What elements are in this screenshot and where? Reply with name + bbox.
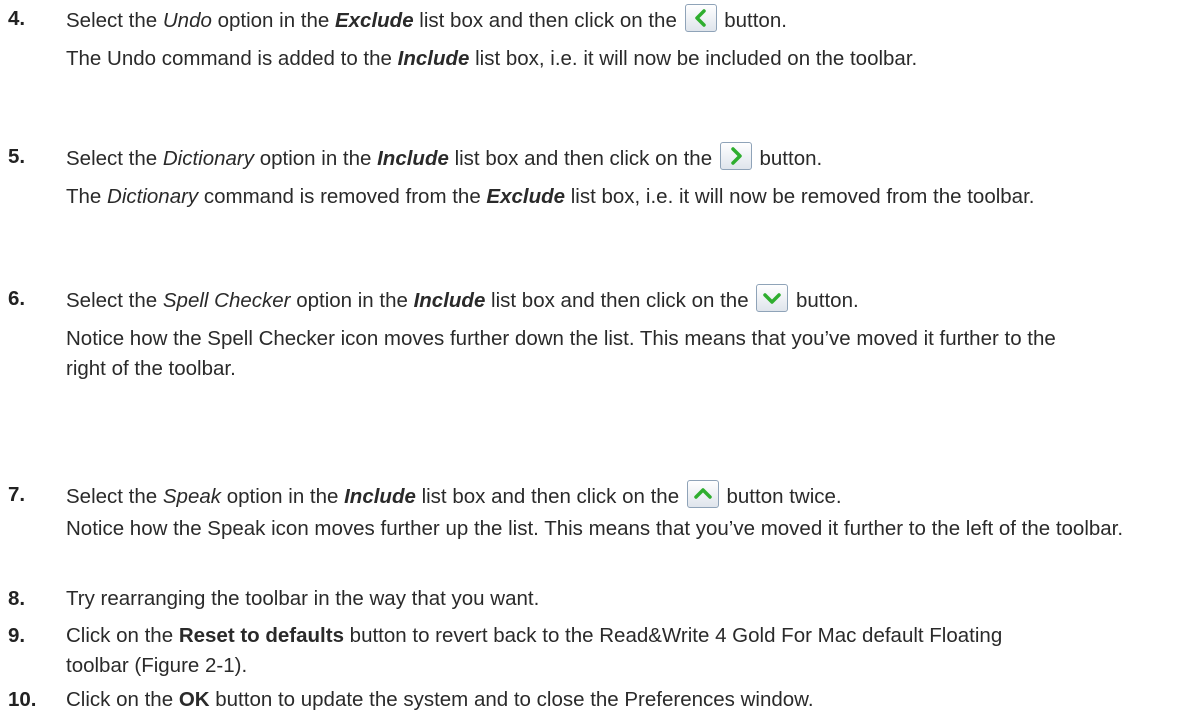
step-text: Try rearranging the toolbar in the way t…: [66, 587, 540, 610]
step-result: Notice how the Spell Checker icon moves …: [66, 327, 1056, 380]
step-text: Select the Speak option in the Include l…: [66, 480, 1186, 544]
arrow-left-icon: [684, 4, 717, 32]
step-instruction: Select the Dictionary option in the Incl…: [66, 142, 1186, 174]
arrow-up-icon: [686, 480, 719, 508]
step-text: Select the Spell Checker option in the I…: [66, 284, 1151, 384]
step-text: Click on the OK button to update the sys…: [66, 688, 814, 711]
step-instruction: Select the Undo option in the Exclude li…: [66, 4, 1186, 36]
step-result: The Dictionary command is removed from t…: [66, 185, 1035, 208]
step-result: Notice how the Speak icon moves further …: [66, 517, 1124, 540]
step-number: 6.: [8, 287, 26, 310]
step-instruction: Select the Spell Checker option in the I…: [66, 284, 1151, 316]
step-number: 4.: [8, 7, 26, 30]
step-number: 8.: [8, 587, 26, 610]
step-text: Select the Undo option in the Exclude li…: [66, 4, 1186, 74]
step-text: Click on the Reset to defaults button to…: [66, 624, 1003, 677]
instructions-page: 4. Select the Undo option in the Exclude…: [0, 0, 1191, 717]
step-number: 10.: [8, 688, 37, 711]
step-number: 9.: [8, 624, 26, 647]
step-number: 7.: [8, 483, 26, 506]
step-result: The Undo command is added to the Include…: [66, 47, 918, 70]
step-number: 5.: [8, 145, 26, 168]
arrow-down-icon: [756, 284, 789, 312]
step-instruction: Select the Speak option in the Include l…: [66, 480, 1186, 512]
step-text: Select the Dictionary option in the Incl…: [66, 142, 1186, 212]
arrow-right-icon: [719, 142, 752, 170]
